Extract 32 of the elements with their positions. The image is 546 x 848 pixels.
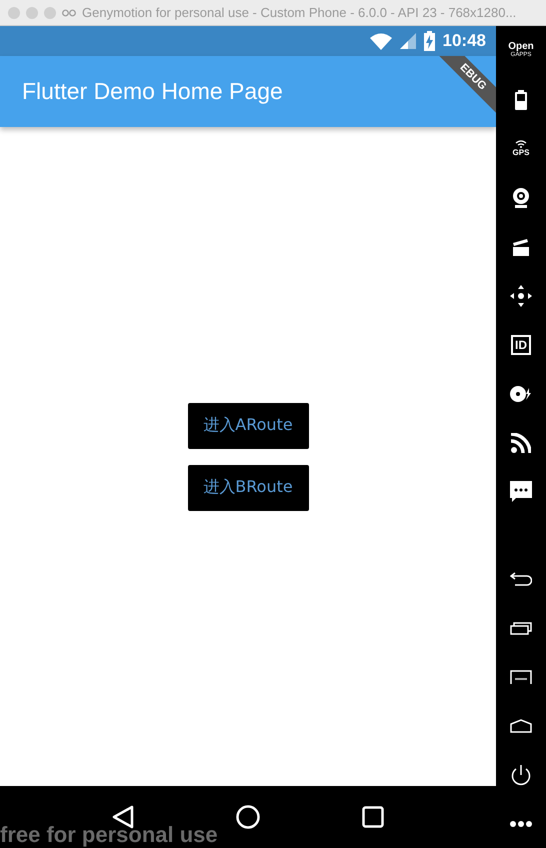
overlay-text: free for personal use [0, 822, 218, 848]
toolbar-button[interactable]: ID [496, 320, 546, 369]
more-icon [510, 820, 532, 826]
gps-label: GPS [512, 148, 530, 157]
clock-time: 10:48 [442, 31, 486, 51]
menu-icon [510, 670, 532, 684]
power-icon [510, 764, 532, 786]
recent-apps-icon [362, 806, 384, 828]
route-button[interactable]: 进入BRoute [188, 464, 308, 510]
move-arrows-icon [510, 284, 532, 306]
home-icon [236, 805, 260, 829]
wifi-icon [515, 140, 527, 148]
recent-apps-icon [510, 620, 532, 634]
wifi-icon [370, 32, 392, 50]
back-icon [510, 572, 532, 586]
toolbar-button[interactable]: GPS [496, 124, 546, 173]
clapperboard-icon [512, 238, 530, 256]
app-bar-title: Flutter Demo Home Page [22, 78, 283, 105]
signal-icon [400, 33, 416, 49]
id-label: ID [511, 334, 531, 354]
home-icon [510, 718, 532, 732]
window-title: Genymotion for personal use - Custom Phone - 6.0.0 - API 23 - 768x1280... [82, 5, 516, 20]
rss-icon [511, 432, 531, 452]
brand-text: Open [508, 42, 534, 52]
webcam-icon [512, 188, 530, 208]
message-icon [510, 480, 532, 502]
route-button[interactable]: 进入ARoute [188, 402, 308, 448]
battery-icon [515, 90, 527, 110]
disc-icon [510, 386, 532, 402]
link-icon [62, 8, 76, 16]
nav-key[interactable] [234, 803, 262, 831]
battery-charging-icon [424, 31, 435, 51]
